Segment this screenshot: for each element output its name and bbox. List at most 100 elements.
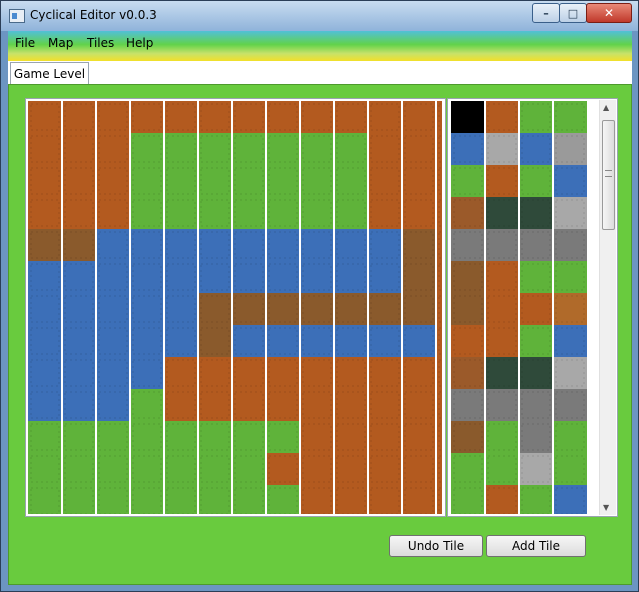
- map-tile-grass[interactable]: [130, 197, 164, 229]
- map-tile-dirt[interactable]: [266, 453, 300, 485]
- map-tile-bridge[interactable]: [198, 293, 232, 325]
- scroll-down-arrow-icon[interactable]: ▼: [603, 503, 609, 512]
- map-tile-grass[interactable]: [164, 453, 198, 485]
- palette-tile-grass[interactable]: [553, 261, 587, 293]
- map-tile-grass[interactable]: [232, 133, 266, 165]
- palette-tile-moss[interactable]: [519, 357, 553, 389]
- map-tile-dirt[interactable]: [96, 197, 130, 229]
- map-tile-dirt[interactable]: [266, 357, 300, 389]
- map-tile-dirt[interactable]: [368, 453, 402, 485]
- map-tile-dirt[interactable]: [300, 453, 334, 485]
- map-tile-water[interactable]: [164, 261, 198, 293]
- tile-palette[interactable]: [451, 101, 587, 514]
- map-tile-water[interactable]: [164, 325, 198, 357]
- map-tile-water[interactable]: [96, 389, 130, 421]
- map-tile-dirt[interactable]: [334, 357, 368, 389]
- map-tile-dirt[interactable]: [62, 165, 96, 197]
- map-tile-dirt[interactable]: [198, 389, 232, 421]
- map-tile-dirt[interactable]: [28, 101, 62, 133]
- map-tile-grass[interactable]: [164, 197, 198, 229]
- map-tile-grass[interactable]: [300, 197, 334, 229]
- map-tile-bridge[interactable]: [300, 293, 334, 325]
- menu-file[interactable]: File: [15, 36, 35, 50]
- map-tile-dirt[interactable]: [402, 485, 436, 514]
- minimize-button[interactable]: –: [532, 3, 560, 23]
- scroll-up-arrow-icon[interactable]: ▲: [603, 103, 609, 112]
- map-tile-dirt[interactable]: [232, 389, 266, 421]
- palette-tile-water[interactable]: [553, 165, 587, 197]
- map-tile-dirt[interactable]: [368, 197, 402, 229]
- map-tile-grass[interactable]: [28, 485, 62, 514]
- map-tile-dirt[interactable]: [402, 165, 436, 197]
- map-tile-water[interactable]: [266, 325, 300, 357]
- map-tile-dirt[interactable]: [266, 101, 300, 133]
- palette-tile-dirt[interactable]: [485, 485, 519, 514]
- map-tile-bridge[interactable]: [334, 293, 368, 325]
- map-tile-water[interactable]: [62, 389, 96, 421]
- map-tile-grass[interactable]: [334, 197, 368, 229]
- scrollbar-thumb[interactable]: [602, 120, 615, 230]
- map-tile-grass[interactable]: [198, 453, 232, 485]
- palette-tile-rock[interactable]: [519, 229, 553, 261]
- palette-tile-bridge[interactable]: [451, 293, 485, 325]
- map-tile-water[interactable]: [232, 229, 266, 261]
- map-tile-grass[interactable]: [266, 133, 300, 165]
- map-tile-grass[interactable]: [266, 197, 300, 229]
- map-tile-bridge[interactable]: [368, 293, 402, 325]
- map-tile-grass[interactable]: [28, 421, 62, 453]
- map-tile-water[interactable]: [164, 293, 198, 325]
- palette-tile-stone[interactable]: [553, 357, 587, 389]
- map-tile-water[interactable]: [300, 261, 334, 293]
- palette-tile-grass[interactable]: [553, 453, 587, 485]
- map-tile-dirt[interactable]: [334, 453, 368, 485]
- map-tile-water[interactable]: [198, 261, 232, 293]
- map-tile-dirt[interactable]: [402, 133, 436, 165]
- map-tile-water[interactable]: [368, 261, 402, 293]
- map-tile-dirt[interactable]: [130, 101, 164, 133]
- map-tile-water[interactable]: [130, 229, 164, 261]
- map-tile-water[interactable]: [232, 261, 266, 293]
- map-tile-water[interactable]: [62, 357, 96, 389]
- palette-tile-grass[interactable]: [485, 453, 519, 485]
- palette-tile-dirt[interactable]: [485, 165, 519, 197]
- map-tile-grass[interactable]: [198, 421, 232, 453]
- map-tile-dirt[interactable]: [402, 453, 436, 485]
- map-tile-grass[interactable]: [198, 165, 232, 197]
- palette-tile-grass[interactable]: [451, 485, 485, 514]
- map-tile-water[interactable]: [334, 325, 368, 357]
- palette-tile-rock[interactable]: [485, 229, 519, 261]
- map-tile-dirt[interactable]: [334, 101, 368, 133]
- palette-tile-dirt[interactable]: [485, 261, 519, 293]
- palette-tile-grass[interactable]: [485, 421, 519, 453]
- map-tile-grass[interactable]: [232, 421, 266, 453]
- map-tile-grass[interactable]: [130, 389, 164, 421]
- palette-tile-grass[interactable]: [519, 485, 553, 514]
- palette-tile-grass[interactable]: [553, 101, 587, 133]
- menu-help[interactable]: Help: [126, 36, 153, 50]
- map-tile-water[interactable]: [96, 293, 130, 325]
- map-tile-water[interactable]: [62, 293, 96, 325]
- palette-tile-moss[interactable]: [485, 197, 519, 229]
- palette-scrollbar[interactable]: ▲ ▼: [599, 100, 616, 515]
- map-tile-dirt[interactable]: [368, 101, 402, 133]
- map-tile-dirt[interactable]: [198, 357, 232, 389]
- map-tile-dirt[interactable]: [368, 485, 402, 514]
- palette-tile-moss[interactable]: [485, 357, 519, 389]
- palette-tile-rock[interactable]: [451, 229, 485, 261]
- map-tile-dirt[interactable]: [198, 101, 232, 133]
- map-tile-dirt[interactable]: [300, 421, 334, 453]
- map-tile-water[interactable]: [130, 325, 164, 357]
- map-tile-bridge[interactable]: [402, 261, 436, 293]
- map-tile-grass[interactable]: [232, 197, 266, 229]
- map-tile-water[interactable]: [402, 325, 436, 357]
- palette-tile-grass[interactable]: [519, 325, 553, 357]
- map-tile-bridge[interactable]: [198, 325, 232, 357]
- palette-tile-moss[interactable]: [519, 197, 553, 229]
- palette-tile-dirt[interactable]: [485, 325, 519, 357]
- map-tile-bridge[interactable]: [28, 229, 62, 261]
- map-tile-water[interactable]: [96, 357, 130, 389]
- map-tile-grass[interactable]: [130, 165, 164, 197]
- map-tile-grass[interactable]: [62, 421, 96, 453]
- map-tile-dirt[interactable]: [28, 197, 62, 229]
- palette-tile-rock[interactable]: [553, 389, 587, 421]
